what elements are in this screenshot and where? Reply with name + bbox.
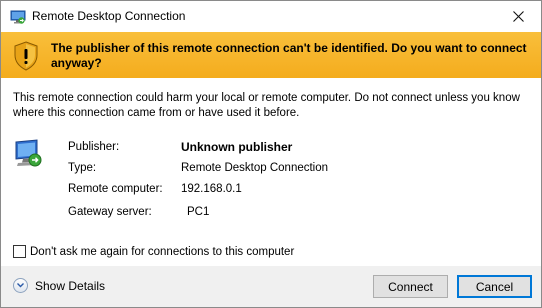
- type-label: Type:: [68, 162, 97, 174]
- show-details-toggle[interactable]: Show Details: [13, 278, 105, 293]
- cancel-button[interactable]: Cancel: [457, 275, 532, 298]
- dont-ask-again-checkbox[interactable]: [13, 245, 26, 258]
- warning-description: This remote connection could harm your l…: [13, 92, 520, 119]
- warning-message: The publisher of this remote connection …: [51, 41, 527, 70]
- window-title: Remote Desktop Connection: [32, 9, 186, 23]
- close-icon: [512, 11, 524, 22]
- dialog-footer: Show Details Connect Cancel: [1, 266, 541, 307]
- warning-banner: The publisher of this remote connection …: [1, 32, 541, 78]
- dialog-content: This remote connection could harm your l…: [1, 78, 541, 266]
- publisher-value: Unknown publisher: [181, 140, 293, 154]
- chevron-glyph: [17, 283, 24, 288]
- show-details-label[interactable]: Show Details: [35, 279, 105, 293]
- publisher-label: Publisher:: [68, 141, 120, 153]
- remote-computer-value: 192.168.0.1: [181, 183, 242, 195]
- remote-computer-label: Remote computer:: [68, 183, 163, 195]
- gateway-server-label: Gateway server:: [68, 206, 152, 218]
- chevron-down-icon[interactable]: [13, 278, 28, 293]
- warning-shield-icon: [14, 41, 38, 71]
- title-bar: Remote Desktop Connection: [1, 1, 541, 32]
- dont-ask-again-option[interactable]: Don't ask me again for connections to th…: [13, 245, 294, 258]
- connect-button[interactable]: Connect: [373, 275, 448, 298]
- type-value: Remote Desktop Connection: [181, 162, 329, 174]
- remote-desktop-icon: [10, 10, 26, 24]
- dont-ask-again-label[interactable]: Don't ask me again for connections to th…: [30, 246, 294, 258]
- remote-computer-icon: [15, 139, 42, 167]
- close-button[interactable]: [495, 1, 541, 32]
- dialog-window: Remote Desktop Connection The publisher …: [0, 0, 542, 308]
- gateway-server-value: PC1: [187, 206, 210, 218]
